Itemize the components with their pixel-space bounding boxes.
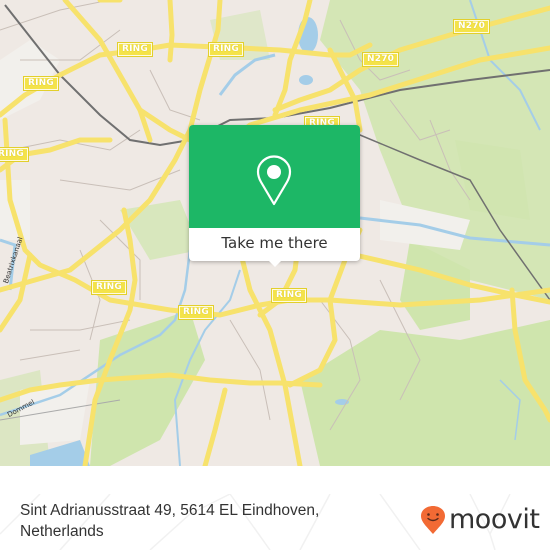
moovit-wordmark: moovit: [449, 504, 540, 535]
map-pin-icon: [256, 155, 292, 206]
moovit-logo[interactable]: moovit: [419, 500, 540, 540]
road-label-ring: RING: [0, 147, 29, 162]
road-label-n270: N270: [361, 52, 400, 67]
road-label-ring: RING: [117, 42, 153, 57]
moovit-pin-icon: [421, 506, 445, 534]
road-label-ring: RING: [208, 42, 244, 57]
map-view[interactable]: RING RING RING RING RING RING RING RING …: [0, 0, 550, 466]
road-label-ring: RING: [178, 305, 214, 320]
popup-header: [189, 125, 360, 228]
address-text: Sint Adrianusstraat 49, 5614 EL Eindhove…: [20, 502, 320, 540]
road-label-n270: N270: [452, 19, 491, 34]
road-label-ring: RING: [91, 280, 127, 295]
popup-pointer: [267, 259, 283, 267]
road-label-ring: RING: [23, 76, 59, 91]
location-popup: Take me there: [189, 125, 360, 267]
road-label-ring: RING: [271, 288, 307, 303]
take-me-there-button[interactable]: Take me there: [189, 228, 360, 261]
